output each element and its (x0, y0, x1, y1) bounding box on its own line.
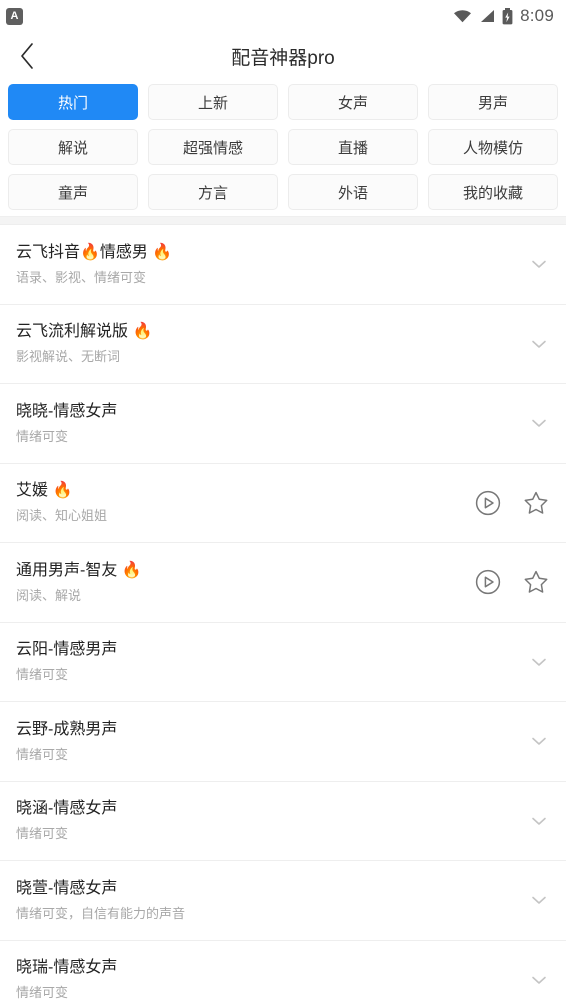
category-tab-dialect[interactable]: 方言 (148, 174, 278, 210)
list-item-subtitle: 影视解说、无断词 (16, 349, 121, 365)
list-item-actions (474, 489, 550, 517)
chevron-left-icon (19, 42, 36, 70)
category-grid: 热门 上新 女声 男声 解说 超强情感 直播 人物模仿 童声 方言 外语 我的收… (8, 84, 558, 210)
list-item[interactable]: 晓瑞-情感女声 情绪可变 (0, 941, 566, 1006)
list-item-text: 晓晓-情感女声 情绪可变 (16, 402, 516, 445)
notification-app-icon: A (6, 7, 23, 25)
chevron-down-icon[interactable] (528, 253, 550, 275)
category-tab-male-voice[interactable]: 男声 (428, 84, 558, 120)
list-item-text: 晓涵-情感女声 情绪可变 (16, 799, 516, 842)
chevron-down-icon[interactable] (528, 889, 550, 911)
list-item[interactable]: 晓晓-情感女声 情绪可变 (0, 384, 566, 464)
status-bar-clock: 8:09 (520, 6, 554, 25)
status-bar-left: A (6, 7, 23, 25)
chevron-down-icon[interactable] (528, 969, 550, 991)
list-item-actions (528, 969, 550, 991)
category-tab-character-imitation[interactable]: 人物模仿 (428, 129, 558, 165)
category-tab-foreign-language[interactable]: 外语 (288, 174, 418, 210)
list-item[interactable]: 通用男声-智友 🔥 阅读、解说 (0, 543, 566, 623)
category-tab-new[interactable]: 上新 (148, 84, 278, 120)
play-icon[interactable] (474, 489, 502, 517)
list-item[interactable]: 云阳-情感男声 情绪可变 (0, 623, 566, 702)
list-item-actions (528, 412, 550, 434)
back-button[interactable] (10, 39, 44, 73)
list-item-title: 通用男声-智友 🔥 (16, 561, 142, 579)
list-item-actions (528, 253, 550, 275)
signal-icon (479, 9, 495, 23)
list-item-title: 晓萱-情感女声 (16, 879, 118, 897)
category-tab-narration[interactable]: 解说 (8, 129, 138, 165)
section-divider-band (0, 216, 566, 225)
category-filter-section: 热门 上新 女声 男声 解说 超强情感 直播 人物模仿 童声 方言 外语 我的收… (0, 80, 566, 216)
status-bar: A 8:09 (0, 0, 566, 32)
status-bar-right: 8:09 (453, 6, 554, 26)
list-item-text: 晓萱-情感女声 情绪可变，自信有能力的声音 (16, 879, 516, 922)
list-item-text: 通用男声-智友 🔥 阅读、解说 (16, 561, 462, 604)
list-item-text: 云野-成熟男声 情绪可变 (16, 720, 516, 763)
list-item-subtitle: 情绪可变 (16, 667, 69, 683)
list-item-title: 晓晓-情感女声 (16, 402, 118, 420)
app-header: 配音神器pro (0, 32, 566, 80)
list-item[interactable]: 云飞抖音🔥情感男 🔥 语录、影视、情绪可变 (0, 225, 566, 305)
list-item-actions (528, 333, 550, 355)
list-item-title: 晓涵-情感女声 (16, 800, 118, 818)
list-item-title: 云阳-情感男声 (16, 641, 118, 659)
favorite-star-icon[interactable] (522, 568, 550, 596)
list-item-text: 晓瑞-情感女声 情绪可变 (16, 958, 516, 1001)
list-item[interactable]: 云飞流利解说版 🔥 影视解说、无断词 (0, 305, 566, 384)
chevron-down-icon[interactable] (528, 333, 550, 355)
list-item-text: 云飞流利解说版 🔥 影视解说、无断词 (16, 322, 516, 365)
list-item-title: 艾媛 🔥 (16, 482, 73, 500)
list-item[interactable]: 晓萱-情感女声 情绪可变，自信有能力的声音 (0, 861, 566, 941)
list-item-subtitle: 情绪可变 (16, 826, 69, 842)
voice-list: 云飞抖音🔥情感男 🔥 语录、影视、情绪可变 云飞流利解说版 🔥 影视解说、无断词 (0, 225, 566, 1006)
list-item-actions (528, 651, 550, 673)
category-tab-my-favorites[interactable]: 我的收藏 (428, 174, 558, 210)
play-icon[interactable] (474, 568, 502, 596)
list-item-title: 云飞抖音🔥情感男 🔥 (16, 243, 173, 261)
list-item[interactable]: 云野-成熟男声 情绪可变 (0, 702, 566, 782)
list-item-title: 云野-成熟男声 (16, 720, 118, 738)
chevron-down-icon[interactable] (528, 651, 550, 673)
list-item-actions (528, 889, 550, 911)
list-item-subtitle: 阅读、知心姐姐 (16, 508, 108, 524)
list-item-title: 云飞流利解说版 🔥 (16, 323, 153, 341)
page-title: 配音神器pro (231, 47, 335, 69)
chevron-down-icon[interactable] (528, 810, 550, 832)
list-item-subtitle: 情绪可变 (16, 746, 69, 762)
list-item[interactable]: 晓涵-情感女声 情绪可变 (0, 782, 566, 861)
list-item-subtitle: 情绪可变 (16, 985, 69, 1001)
list-item-subtitle: 情绪可变 (16, 428, 69, 444)
list-item-text: 云阳-情感男声 情绪可变 (16, 640, 516, 683)
battery-charging-icon (502, 7, 513, 25)
list-item-subtitle: 语录、影视、情绪可变 (16, 269, 147, 285)
chevron-down-icon[interactable] (528, 412, 550, 434)
category-tab-female-voice[interactable]: 女声 (288, 84, 418, 120)
list-item[interactable]: 艾媛 🔥 阅读、知心姐姐 (0, 464, 566, 543)
favorite-star-icon[interactable] (522, 489, 550, 517)
list-item-subtitle: 情绪可变，自信有能力的声音 (16, 905, 186, 921)
category-tab-child-voice[interactable]: 童声 (8, 174, 138, 210)
list-item-text: 云飞抖音🔥情感男 🔥 语录、影视、情绪可变 (16, 243, 516, 286)
chevron-down-icon[interactable] (528, 730, 550, 752)
list-item-actions (474, 568, 550, 596)
list-item-actions (528, 730, 550, 752)
category-tab-strong-emotion[interactable]: 超强情感 (148, 129, 278, 165)
category-tab-livestream[interactable]: 直播 (288, 129, 418, 165)
list-item-title: 晓瑞-情感女声 (16, 959, 118, 977)
list-item-actions (528, 810, 550, 832)
list-item-subtitle: 阅读、解说 (16, 587, 82, 603)
category-tab-hot[interactable]: 热门 (8, 84, 138, 120)
wifi-icon (453, 9, 472, 23)
list-item-text: 艾媛 🔥 阅读、知心姐姐 (16, 481, 462, 524)
